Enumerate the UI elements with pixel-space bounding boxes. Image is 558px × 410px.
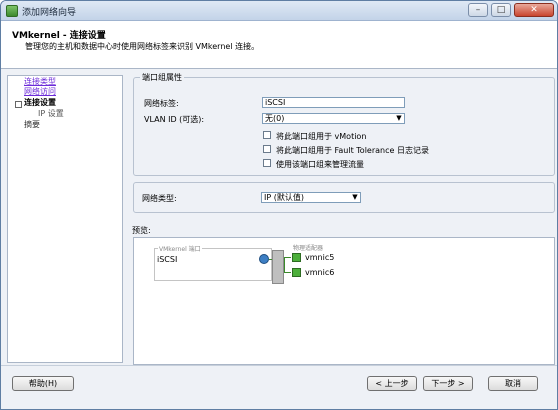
page-subtitle: 管理您的主机和数据中心时使用网络标签来识别 VMkernel 连接。 (25, 42, 260, 51)
adapter-vmnic6: vmnic6 (305, 268, 335, 277)
nic-icon (292, 253, 301, 262)
maximize-button[interactable]: □ (491, 3, 511, 17)
nav-step-connection-settings: 连接设置 (24, 98, 56, 107)
nav-step-summary: 摘要 (24, 120, 40, 129)
physical-adapters-box: 物理适配器 vmnic5 vmnic6 (284, 243, 389, 283)
network-type-value: IP (默认值) (264, 193, 304, 202)
vmkernel-port-caption: VMkernel 端口 (158, 244, 202, 253)
page-title: VMkernel - 连接设置 (12, 31, 106, 41)
vmkernel-port-name: iSCSI (157, 255, 178, 264)
wizard-steps-nav: 连接类型 网络访问 连接设置 IP 设置 摘要 (7, 75, 123, 363)
back-button[interactable]: < 上一步 (367, 376, 417, 391)
vswitch-bar (272, 250, 284, 284)
network-type-select[interactable]: IP (默认值) ▼ (261, 192, 361, 203)
wizard-window: 添加网络向导 – □ ✕ VMkernel - 连接设置 管理您的主机和数据中心… (0, 0, 558, 410)
title-bar: 添加网络向导 – □ ✕ (1, 1, 557, 21)
nic-icon (292, 268, 301, 277)
minimize-button[interactable]: – (468, 3, 488, 17)
vlan-id-value: 无(0) (265, 114, 285, 123)
port-group-properties: 端口组属性 网络标签: iSCSI VLAN ID (可选): 无(0) ▼ 将… (133, 72, 555, 176)
chevron-down-icon: ▼ (394, 114, 404, 123)
vlan-id-label: VLAN ID (可选): (144, 115, 205, 124)
adapter-link-line (284, 272, 291, 273)
management-traffic-label: 使用该端口组来管理流量 (276, 160, 364, 169)
adapter-vmnic5: vmnic5 (305, 253, 335, 262)
vmotion-label: 将此端口组用于 vMotion (276, 132, 367, 141)
window-title: 添加网络向导 (22, 8, 77, 18)
network-label-input[interactable]: iSCSI (262, 97, 405, 108)
nav-step-network-access[interactable]: 网络访问 (24, 86, 56, 97)
physical-adapters-caption: 物理适配器 (292, 243, 325, 252)
close-button[interactable]: ✕ (514, 3, 554, 17)
nav-step-ip-settings: IP 设置 (38, 109, 64, 118)
chevron-down-icon: ▼ (350, 193, 360, 202)
adapter-trunk-line (284, 257, 285, 272)
port-group-legend: 端口组属性 (140, 72, 184, 83)
cancel-button[interactable]: 取消 (488, 376, 538, 391)
wizard-header: VMkernel - 连接设置 管理您的主机和数据中心时使用网络标签来识别 VM… (1, 21, 557, 69)
main-panel: 端口组属性 网络标签: iSCSI VLAN ID (可选): 无(0) ▼ 将… (127, 69, 557, 365)
network-wizard-icon (6, 5, 18, 17)
vlan-id-select[interactable]: 无(0) ▼ (262, 113, 405, 124)
collapse-icon[interactable] (15, 101, 22, 108)
preview-label: 预览: (132, 226, 151, 235)
fault-tolerance-label: 将此端口组用于 Fault Tolerance 日志记录 (276, 146, 429, 155)
network-type-group: 网络类型: IP (默认值) ▼ (133, 182, 555, 213)
network-label-label: 网络标签: (144, 99, 179, 108)
network-port-icon (259, 254, 269, 264)
next-button[interactable]: 下一步 > (423, 376, 473, 391)
preview-panel: VMkernel 端口 iSCSI 物理适配器 vmnic5 vmnic6 (133, 237, 555, 365)
adapter-link-line (284, 257, 291, 258)
management-traffic-checkbox[interactable] (263, 159, 271, 167)
help-button[interactable]: 帮助(H) (12, 376, 74, 391)
vmotion-checkbox[interactable] (263, 131, 271, 139)
fault-tolerance-checkbox[interactable] (263, 145, 271, 153)
vmkernel-port-box: VMkernel 端口 iSCSI (154, 244, 279, 281)
network-type-label: 网络类型: (142, 194, 177, 203)
wizard-footer: 帮助(H) < 上一步 下一步 > 取消 (1, 365, 557, 409)
